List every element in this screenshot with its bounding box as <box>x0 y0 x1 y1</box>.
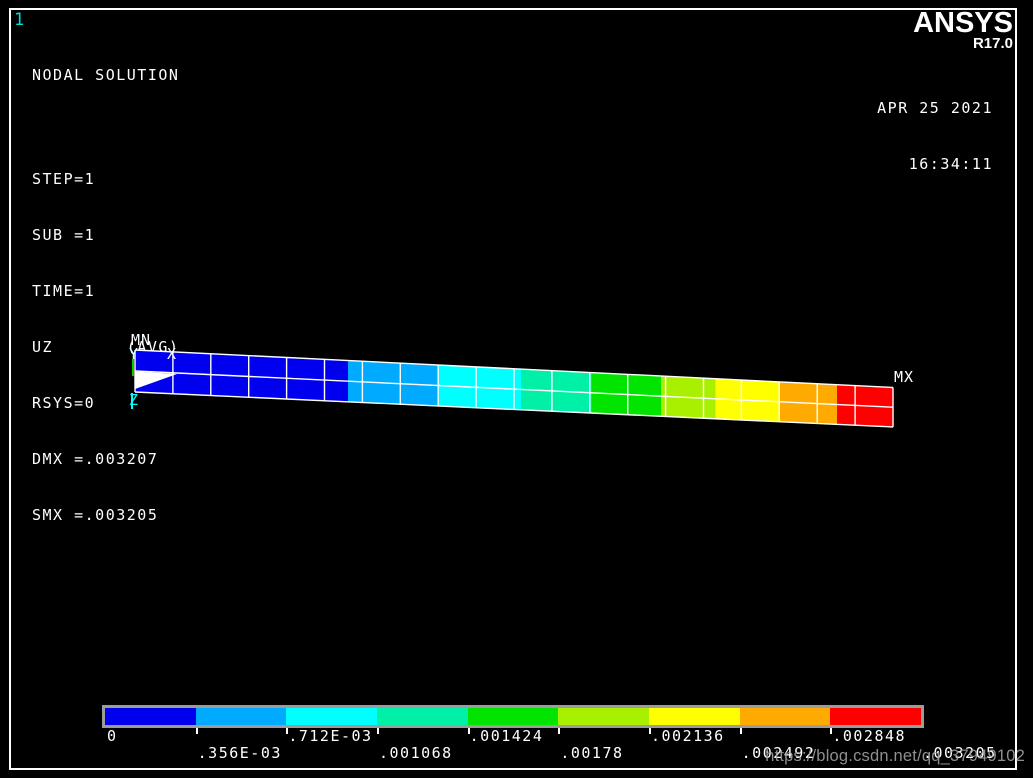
legend-segment <box>467 708 559 725</box>
legend-segment <box>377 708 468 725</box>
triad-y-label: Y <box>129 345 140 363</box>
max-node-label: MX <box>894 368 915 386</box>
legend-segment <box>195 708 287 725</box>
watermark: https://blog.csdn.net/qq_37949102 <box>765 747 1025 765</box>
triad-z-label: Z <box>129 391 140 409</box>
legend-colorbar <box>102 705 924 728</box>
legend-segment <box>105 708 196 725</box>
triad-x-label: X <box>167 345 178 363</box>
beam-contour-plot[interactable] <box>0 0 1033 778</box>
legend-segment <box>286 708 378 725</box>
legend-segment <box>739 708 831 725</box>
legend-segment <box>830 708 922 725</box>
legend-segment <box>558 708 650 725</box>
beam-mesh-grid <box>134 349 894 428</box>
ansys-graphics-window[interactable]: 1 NODAL SOLUTION STEP=1 SUB =1 TIME=1 UZ… <box>0 0 1033 778</box>
legend-segment <box>649 708 740 725</box>
